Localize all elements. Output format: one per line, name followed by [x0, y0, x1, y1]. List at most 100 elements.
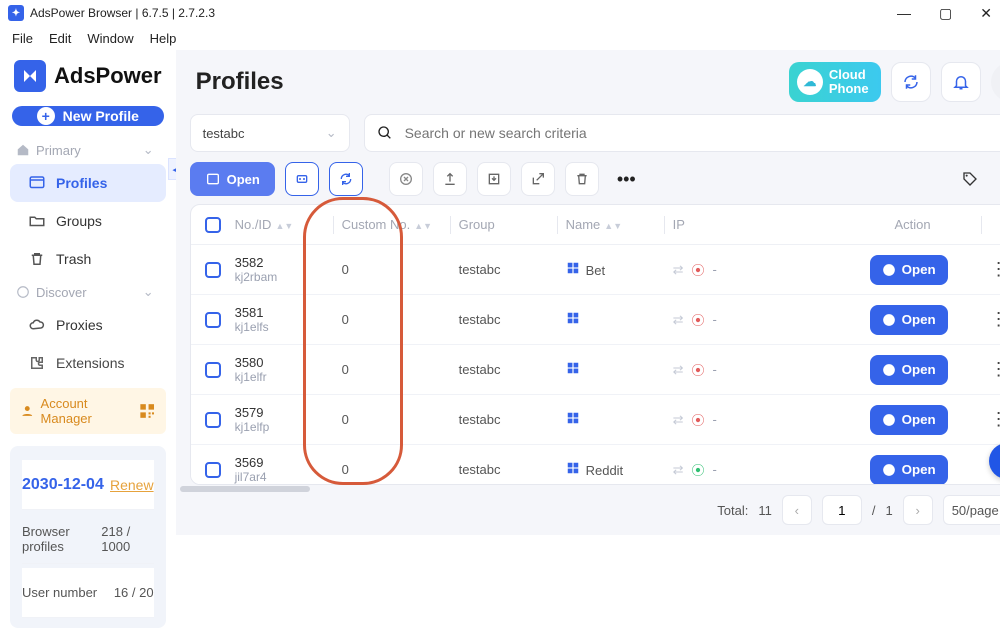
page-input[interactable]: [822, 495, 862, 525]
open-selected-button[interactable]: Open: [190, 162, 275, 196]
row-more-button[interactable]: ⋮: [990, 359, 1000, 379]
person-icon: [20, 403, 35, 419]
robot-icon: [294, 171, 310, 187]
total-value: 11: [758, 503, 772, 518]
group-select[interactable]: testabc ⌄: [190, 114, 350, 152]
table-row[interactable]: 3581kj1elfs0testabc⇄⦿-Open⋮: [191, 295, 1000, 345]
windows-icon: [566, 361, 580, 375]
window-maximize-button[interactable]: ▢: [939, 5, 952, 22]
toolbar: Open •••: [190, 162, 1000, 196]
notifications-button[interactable]: [941, 62, 981, 102]
column-group[interactable]: Group: [459, 217, 549, 232]
upload-icon: [442, 171, 458, 187]
swap-icon: ⇄: [673, 312, 684, 328]
row-checkbox[interactable]: [205, 412, 221, 428]
select-all-checkbox[interactable]: [205, 217, 221, 233]
next-page-button[interactable]: ›: [903, 495, 933, 525]
row-more-button[interactable]: ⋮: [990, 409, 1000, 429]
row-open-button[interactable]: Open: [870, 355, 948, 385]
share-button[interactable]: [521, 162, 555, 196]
row-id: 3581: [235, 305, 325, 321]
sidebar: AdsPower + New Profile ◀ Primary ⌄ Profi…: [0, 50, 176, 535]
search-box[interactable]: [364, 114, 1000, 152]
row-id: 3579: [235, 405, 325, 421]
section-primary[interactable]: Primary ⌄: [0, 136, 176, 164]
row-ip: ⇄⦿-: [673, 360, 853, 379]
delete-button[interactable]: [565, 162, 599, 196]
column-custom[interactable]: Custom No.▲▼: [342, 217, 442, 232]
menu-help[interactable]: Help: [144, 29, 183, 48]
table-row[interactable]: 3569jil7ar40testabcReddit⇄⦿-Open⋮: [191, 445, 1000, 485]
window-minimize-button[interactable]: —: [897, 5, 911, 22]
row-open-button[interactable]: Open: [870, 405, 948, 435]
sidebar-item-profiles[interactable]: Profiles: [10, 164, 166, 202]
sidebar-item-groups[interactable]: Groups: [10, 202, 166, 240]
search-input[interactable]: [403, 124, 990, 142]
table-header: No./ID▲▼ Custom No.▲▼ Group Name▲▼ IP Ac…: [191, 205, 1000, 245]
row-name: [566, 361, 656, 378]
close-selected-button[interactable]: [389, 162, 423, 196]
refresh-icon: [338, 171, 354, 187]
per-page-select[interactable]: 50/page ⌄: [943, 495, 1000, 525]
row-more-button[interactable]: ⋮: [990, 259, 1000, 279]
row-open-button[interactable]: Open: [870, 455, 948, 485]
share-icon: [530, 171, 546, 187]
row-checkbox[interactable]: [205, 362, 221, 378]
reload-button[interactable]: [997, 162, 1000, 196]
row-more-button[interactable]: ⋮: [990, 309, 1000, 329]
new-profile-label: New Profile: [63, 108, 139, 124]
browser-profiles-label: Browser profiles: [22, 524, 101, 554]
new-profile-button[interactable]: + New Profile: [12, 106, 164, 126]
page-title: Profiles: [196, 68, 284, 96]
swap-icon: ⇄: [673, 412, 684, 428]
total-label: Total:: [717, 503, 748, 518]
windows-icon: [566, 311, 580, 325]
location-pin-icon: ⦿: [692, 310, 705, 329]
tags-button[interactable]: [953, 162, 987, 196]
windows-icon: [566, 261, 580, 275]
table-row[interactable]: 3582kj2rbam0testabcBet⇄⦿-Open⋮: [191, 245, 1000, 295]
account-manager-button[interactable]: Account Manager: [10, 388, 166, 434]
import-button[interactable]: [477, 162, 511, 196]
menu-edit[interactable]: Edit: [43, 29, 77, 48]
cloud-phone-icon: ☁: [797, 69, 823, 95]
row-name: Bet: [566, 261, 656, 278]
sidebar-item-extensions[interactable]: Extensions: [10, 344, 166, 382]
cloud-phone-button[interactable]: ☁ CloudPhone: [789, 62, 881, 102]
location-pin-icon: ⦿: [692, 360, 705, 379]
rpa-button[interactable]: [285, 162, 319, 196]
sync-button[interactable]: [891, 62, 931, 102]
horizontal-scrollbar[interactable]: [180, 486, 310, 492]
row-group: testabc: [459, 312, 549, 327]
row-checkbox[interactable]: [205, 462, 221, 478]
location-pin-icon: ⦿: [692, 260, 705, 279]
profiles-icon: [28, 174, 46, 192]
avatar-button[interactable]: [991, 62, 1000, 102]
column-id[interactable]: No./ID▲▼: [235, 217, 325, 232]
refresh-proxies-button[interactable]: [329, 162, 363, 196]
browser-profiles-value: 218 / 1000: [101, 524, 153, 554]
column-settings-button[interactable]: [990, 217, 1000, 233]
sidebar-item-proxies[interactable]: Proxies: [10, 306, 166, 344]
renew-link[interactable]: Renew: [110, 477, 154, 493]
menu-file[interactable]: File: [6, 29, 39, 48]
compass-icon: [16, 285, 30, 299]
column-name[interactable]: Name▲▼: [566, 217, 656, 232]
row-checkbox[interactable]: [205, 312, 221, 328]
export-button[interactable]: [433, 162, 467, 196]
prev-page-button[interactable]: ‹: [782, 495, 812, 525]
menu-window[interactable]: Window: [81, 29, 139, 48]
more-actions-button[interactable]: •••: [609, 162, 644, 196]
row-open-button[interactable]: Open: [870, 305, 948, 335]
row-ip: ⇄⦿-: [673, 410, 853, 429]
row-checkbox[interactable]: [205, 262, 221, 278]
window-close-button[interactable]: ✕: [980, 5, 992, 22]
user-number-value: 16 / 20: [114, 585, 154, 600]
section-discover[interactable]: Discover ⌄: [0, 278, 176, 306]
table-row[interactable]: 3579kj1elfp0testabc⇄⦿-Open⋮: [191, 395, 1000, 445]
table-row[interactable]: 3580kj1elfr0testabc⇄⦿-Open⋮: [191, 345, 1000, 395]
column-ip[interactable]: IP: [673, 217, 853, 232]
sidebar-item-trash[interactable]: Trash: [10, 240, 166, 278]
row-open-button[interactable]: Open: [870, 255, 948, 285]
window-icon: [205, 171, 221, 187]
